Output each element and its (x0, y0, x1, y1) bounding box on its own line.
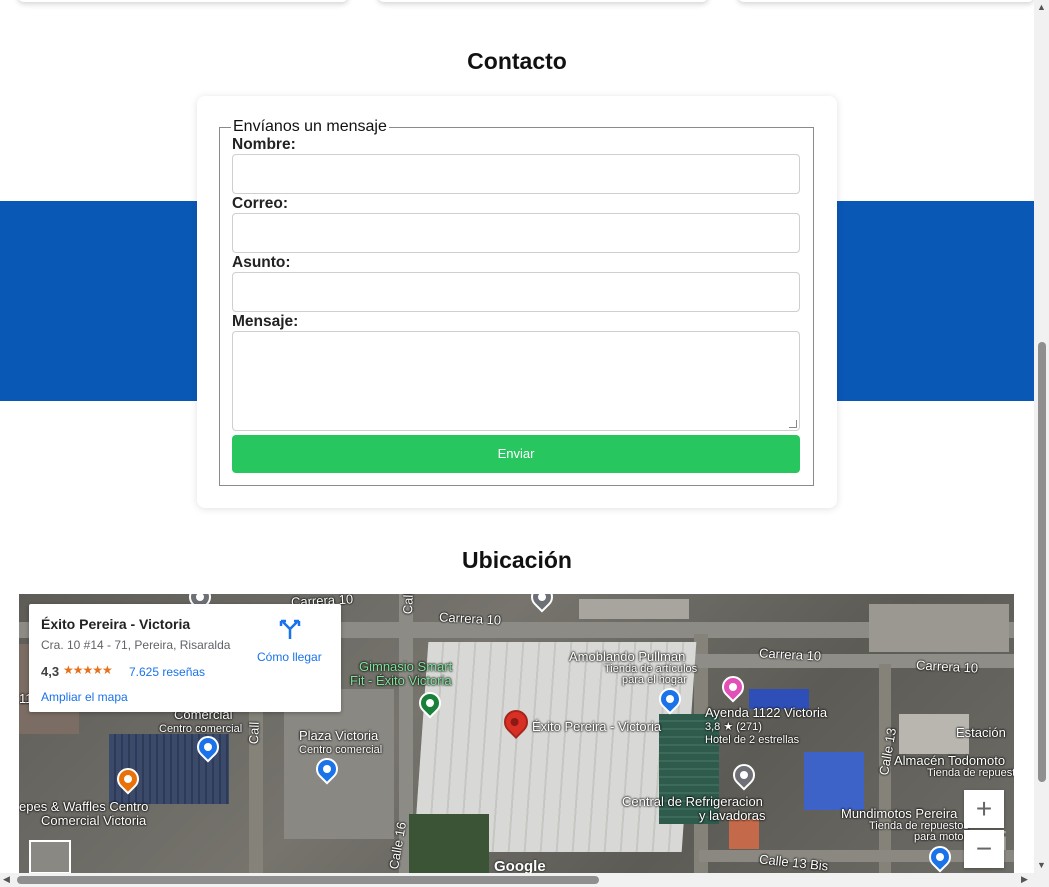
place-name: Éxito Pereira - Victoria (41, 616, 191, 632)
map-label: Central de Refrigeracion (622, 794, 763, 809)
google-map[interactable]: Carrera 10 Carrera 10 Carrera 10 Carrera… (19, 594, 1014, 874)
subject-field[interactable] (232, 272, 800, 312)
map-label: 3,8 ★ (271) (705, 721, 762, 733)
email-label: Correo: (232, 195, 288, 212)
name-field[interactable] (232, 154, 800, 194)
blue-roof (804, 752, 864, 810)
trees (409, 814, 489, 874)
enlarge-map-link[interactable]: Ampliar el mapa (41, 690, 128, 704)
contact-title: Contacto (467, 48, 567, 74)
form-legend: Envíanos un mensaje (233, 118, 387, 135)
page: Contacto Envíanos un mensaje Nombre: Cor… (0, 0, 1049, 887)
rating-stars-icon: ★★★★★ (63, 663, 113, 677)
map-label: Calle (400, 594, 417, 615)
top-card (18, 0, 348, 2)
map-label: Éxito Pereira - Victoria (532, 719, 662, 734)
directions-icon[interactable] (279, 618, 301, 640)
building (579, 599, 689, 619)
scroll-up-arrow-icon[interactable]: ▲ (1037, 2, 1046, 12)
map-label: Hotel de 2 estrellas (705, 734, 800, 746)
name-label: Nombre: (232, 136, 296, 153)
map-label: Estación (956, 725, 1006, 740)
scroll-right-arrow-icon[interactable]: ▶ (1021, 874, 1028, 885)
place-rating: 4,3 (41, 664, 60, 679)
directions-link[interactable]: Cómo llegar (257, 650, 322, 664)
subject-label: Asunto: (232, 254, 291, 271)
map-label: Fit - Éxito Victoria (350, 673, 452, 688)
place-info-card: Éxito Pereira - Victoria Cra. 10 #14 - 7… (29, 604, 341, 712)
zoom-out-button[interactable]: − (964, 830, 1004, 868)
scroll-left-arrow-icon[interactable]: ◀ (3, 874, 10, 885)
resize-grip-icon[interactable] (789, 420, 797, 428)
map-label: Centro comercial (159, 723, 243, 735)
map-label: Ayenda 1122 Victoria (705, 705, 828, 720)
map-label: y lavadoras (699, 808, 766, 823)
top-card (738, 0, 1034, 2)
building (729, 819, 759, 849)
top-card (378, 0, 708, 2)
map-label: Call (246, 721, 262, 745)
message-label: Mensaje: (232, 313, 299, 330)
map-label: Comercial Victoria (41, 813, 147, 828)
location-title: Ubicación (462, 547, 572, 573)
google-logo: Google (494, 858, 546, 874)
send-button[interactable]: Enviar (232, 435, 800, 473)
map-label: epes & Waffles Centro (19, 799, 149, 814)
building (869, 604, 1009, 652)
map-label: Plaza Victoria (299, 728, 379, 743)
zoom-in-button[interactable]: + (964, 790, 1004, 828)
email-field[interactable] (232, 213, 800, 253)
vertical-scrollbar[interactable]: ▲ ▼ (1034, 0, 1049, 887)
horizontal-scrollbar[interactable]: ◀ ▶ (0, 873, 1034, 887)
scroll-down-arrow-icon[interactable]: ▼ (1037, 860, 1046, 870)
map-label: para el hogar (622, 674, 687, 686)
satellite-toggle-button[interactable] (29, 840, 71, 874)
reviews-link[interactable]: 7.625 reseñas (129, 665, 205, 679)
map-label: Gimnasio Smart (359, 659, 453, 674)
map-label: para motos (914, 831, 970, 843)
map-label: Tienda de repuest (927, 767, 1014, 779)
place-address: Cra. 10 #14 - 71, Pereira, Risaralda (41, 638, 231, 652)
message-textarea[interactable] (232, 331, 800, 431)
vertical-scroll-thumb[interactable] (1038, 342, 1046, 782)
map-label: Centro comercial (299, 744, 383, 756)
horizontal-scroll-thumb[interactable] (17, 876, 599, 884)
contact-fieldset: Envíanos un mensaje Nombre: Correo: Asun… (219, 118, 814, 486)
contact-form-card: Envíanos un mensaje Nombre: Correo: Asun… (197, 96, 837, 508)
